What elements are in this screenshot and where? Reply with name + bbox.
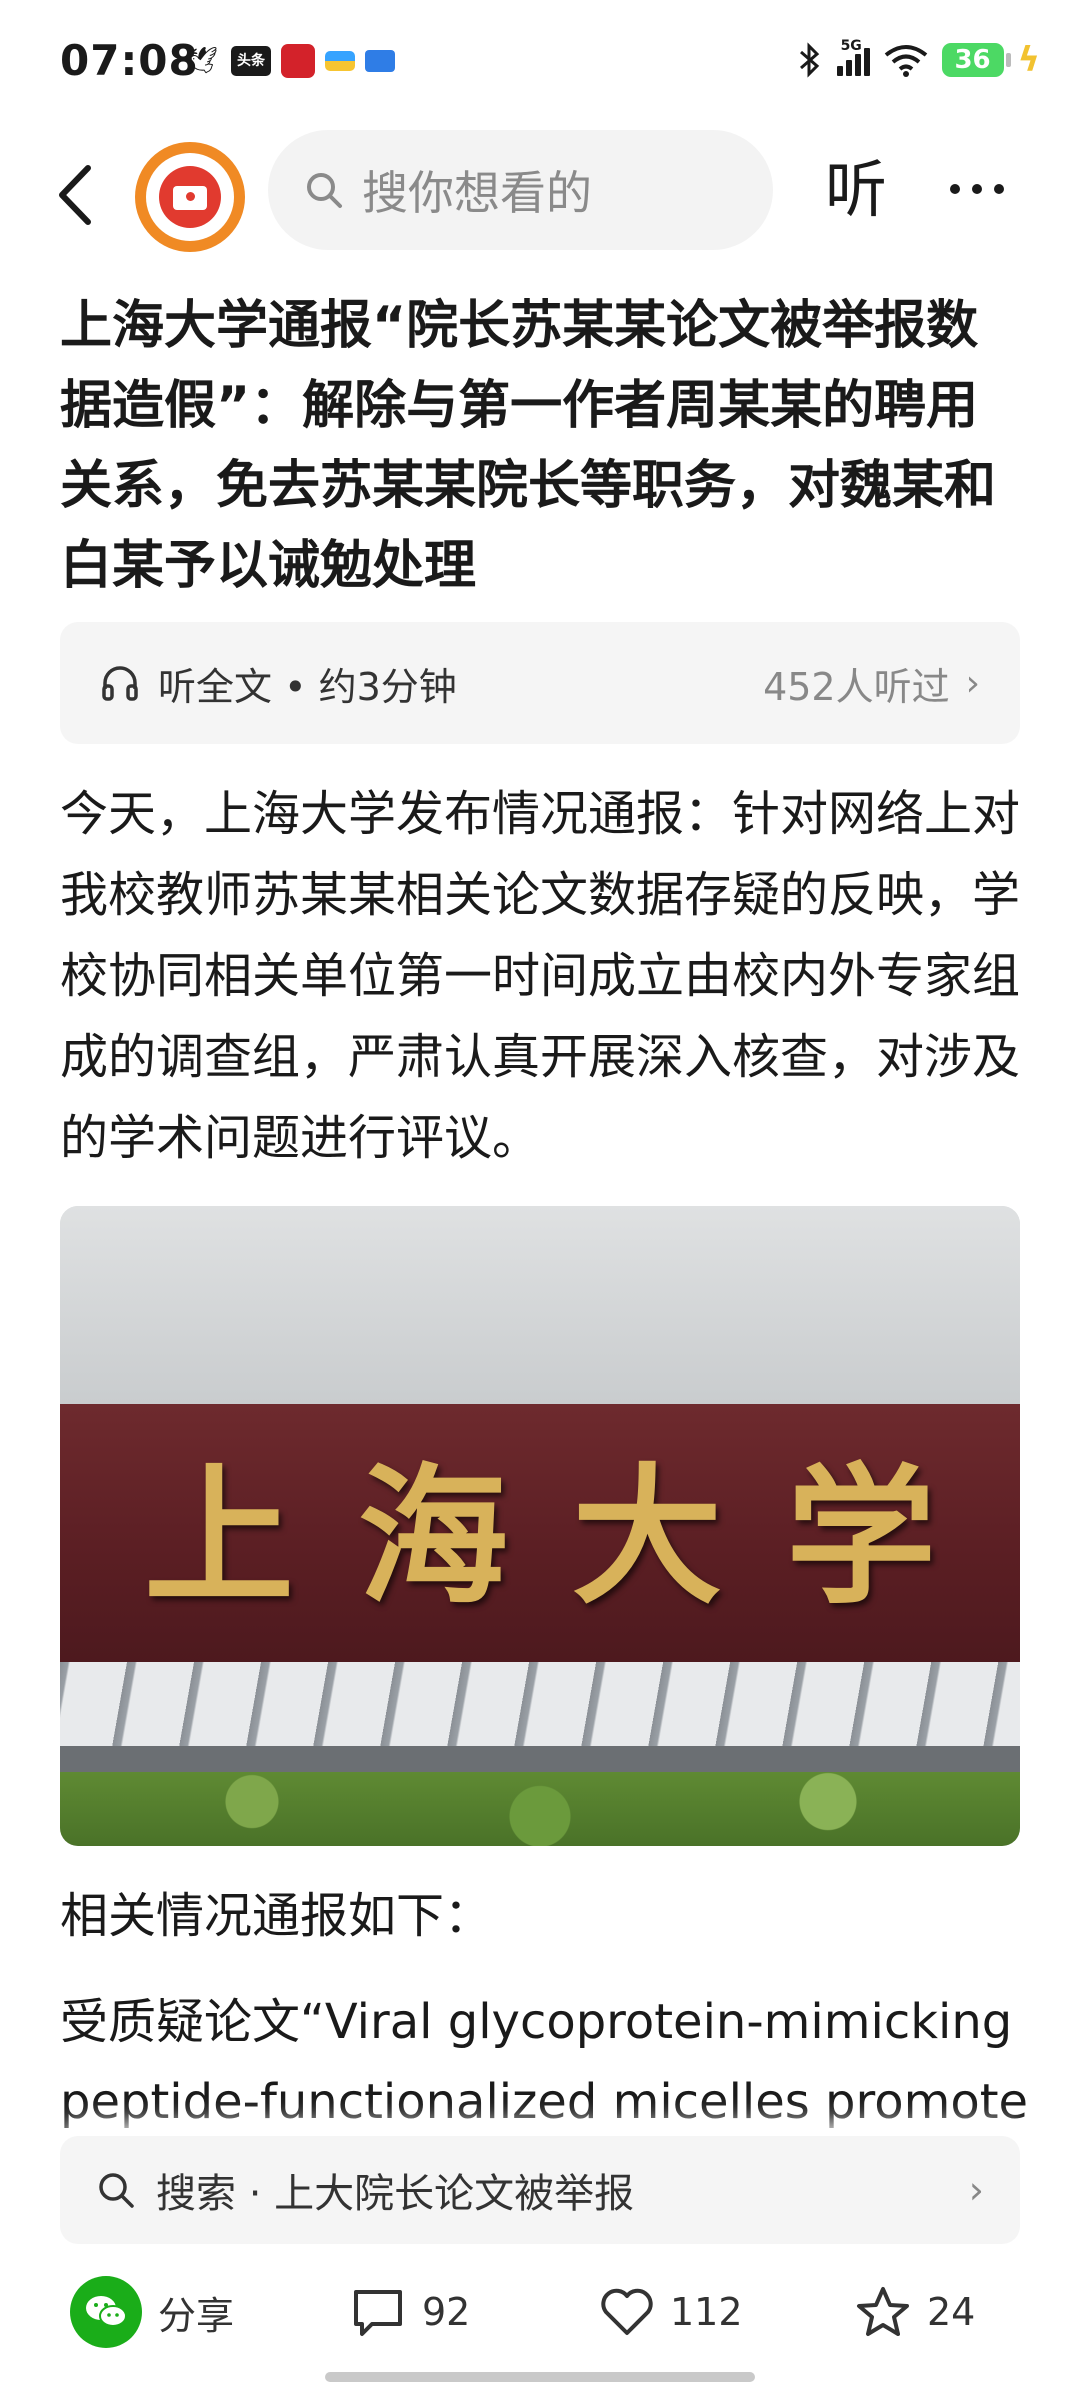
more-dot bbox=[972, 184, 982, 194]
charging-bolt-icon: ϟ bbox=[1017, 40, 1040, 80]
top-nav: 搜你想看的 听 bbox=[0, 130, 1080, 252]
heart-icon bbox=[601, 2288, 653, 2335]
photo-sky bbox=[60, 1206, 1020, 1406]
article-paragraph: 今天，上海大学发布情况通报：针对网络上对我校教师苏某某相关论文数据存疑的反映，学… bbox=[60, 786, 1021, 1166]
status-indicators: 5G 36 ϟ bbox=[797, 38, 1040, 80]
share-label: 分享 bbox=[158, 2293, 235, 2338]
search-icon bbox=[99, 2173, 134, 2208]
status-time: 07:08 bbox=[60, 36, 199, 85]
publisher-logo-icon bbox=[159, 166, 221, 228]
network-type: 5G bbox=[840, 38, 862, 54]
listen-duration-label: 听全文 • 约3分钟 bbox=[158, 664, 457, 709]
wifi-icon bbox=[884, 45, 927, 77]
flag-app-icon bbox=[325, 51, 355, 71]
back-button[interactable] bbox=[50, 160, 100, 230]
chevron-right-icon: › bbox=[968, 2168, 984, 2212]
bottom-action-bar: 分享 92 112 24 bbox=[0, 2262, 1080, 2362]
status-app-icons: 🕊 头条 bbox=[185, 44, 395, 78]
favorite-button[interactable]: 24 bbox=[855, 2276, 975, 2348]
wechat-icon bbox=[70, 2276, 142, 2348]
search-icon bbox=[307, 173, 342, 208]
favorite-count: 24 bbox=[927, 2290, 976, 2334]
comment-count: 92 bbox=[422, 2290, 471, 2334]
star-icon bbox=[857, 2287, 909, 2336]
photo-trees bbox=[60, 1772, 1020, 1846]
bluetooth-icon bbox=[799, 42, 819, 78]
listener-count: 452人听过 bbox=[763, 664, 950, 709]
related-search-suggestion[interactable]: 搜索 · 上大院长论文被举报 › bbox=[60, 2136, 1020, 2244]
publisher-avatar[interactable] bbox=[135, 142, 245, 252]
chevron-right-icon: › bbox=[965, 662, 980, 704]
article-paragraph-2: 受质疑论文“Viral glycoprotein-mimicking pepti… bbox=[60, 1982, 1040, 2132]
status-bar: 07:08 🕊 头条 5G 36 ϟ bbox=[0, 0, 1080, 120]
chevron-left-icon bbox=[59, 165, 91, 225]
article-subheading: 相关情况通报如下： bbox=[60, 1888, 493, 1944]
share-button[interactable]: 分享 bbox=[70, 2276, 234, 2348]
battery-indicator: 36 bbox=[941, 43, 1011, 77]
article-title: 上海大学通报“院长苏某某论文被举报数据造假”：解除与第一作者周某某的聘用关系，免… bbox=[60, 296, 997, 596]
red-app-icon bbox=[281, 44, 315, 78]
like-button[interactable]: 112 bbox=[600, 2276, 743, 2348]
toutiao-icon: 头条 bbox=[231, 46, 271, 76]
home-indicator[interactable] bbox=[325, 2372, 755, 2382]
headphones-icon bbox=[102, 666, 138, 701]
search-placeholder: 搜你想看的 bbox=[362, 166, 592, 220]
listen-button[interactable]: 听 bbox=[825, 150, 887, 230]
article-paragraph-2-line: 受质疑论文“Viral glycoprotein-mimicking bbox=[60, 1994, 1013, 2050]
related-search-text: 搜索 · 上大院长论文被举报 bbox=[156, 2171, 635, 2217]
bird-icon: 🕊 bbox=[185, 46, 219, 76]
comment-icon bbox=[354, 2290, 402, 2336]
search-input[interactable]: 搜你想看的 bbox=[268, 130, 773, 250]
more-dot bbox=[950, 184, 960, 194]
photo-beam bbox=[60, 1746, 1020, 1772]
like-count: 112 bbox=[670, 2290, 743, 2334]
article-photo[interactable]: 上海大学 bbox=[60, 1206, 1020, 1846]
article-paragraph-2-line: peptide-functionalized micelles promote bbox=[60, 2074, 1029, 2130]
more-dot bbox=[994, 184, 1004, 194]
listen-full-article-bar[interactable]: 听全文 • 约3分钟 452人听过 › bbox=[60, 622, 1020, 744]
comment-button[interactable]: 92 bbox=[350, 2276, 470, 2348]
more-options-button[interactable] bbox=[950, 184, 1004, 194]
photo-sign-text: 上海大学 bbox=[143, 1449, 1000, 1625]
chat-app-icon bbox=[365, 50, 395, 72]
cellular-signal-icon: 5G bbox=[836, 38, 870, 76]
